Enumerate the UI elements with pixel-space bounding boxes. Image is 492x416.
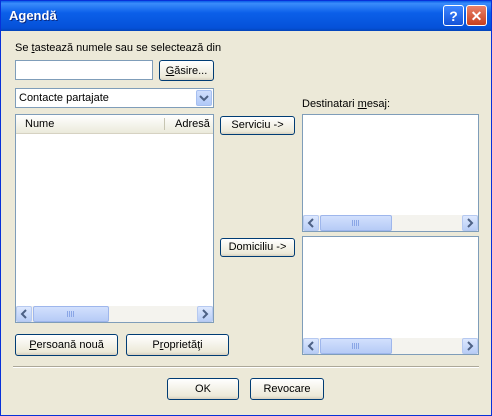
- scroll-right-button[interactable]: [462, 215, 478, 231]
- scroll-left-button[interactable]: [303, 215, 319, 231]
- window-title: Agendă: [9, 8, 57, 23]
- column-header-name[interactable]: Nume: [25, 118, 54, 130]
- scroll-thumb[interactable]: [33, 306, 109, 322]
- chevron-right-icon: [202, 309, 209, 319]
- column-header-address[interactable]: Adresă: [175, 118, 210, 130]
- chevron-left-icon: [20, 309, 27, 319]
- add-home-button[interactable]: Domiciliu ->: [220, 238, 295, 257]
- properties-button[interactable]: Proprietăţi: [126, 334, 229, 356]
- title-bar[interactable]: Agendă ? ✕: [1, 1, 491, 31]
- chevron-left-icon: [307, 218, 314, 228]
- recipients-label: Destinatari mesaj:: [302, 98, 391, 110]
- contacts-header: Nume Adresă: [16, 115, 213, 134]
- help-button[interactable]: ?: [443, 5, 464, 26]
- scroll-right-button[interactable]: [197, 306, 213, 322]
- cancel-button[interactable]: Revocare: [250, 378, 324, 400]
- address-book-selected: Contacte partajate: [19, 92, 109, 104]
- service-horizontal-scrollbar[interactable]: [303, 215, 478, 231]
- service-recipients-list[interactable]: [302, 114, 479, 232]
- contacts-horizontal-scrollbar[interactable]: [16, 306, 213, 322]
- search-prompt-label: Se tastează numele sau se selectează din: [15, 42, 222, 54]
- ok-button[interactable]: OK: [167, 378, 239, 400]
- scroll-right-button[interactable]: [462, 338, 478, 354]
- scroll-left-button[interactable]: [16, 306, 32, 322]
- add-service-button[interactable]: Serviciu ->: [220, 116, 295, 135]
- close-icon: ✕: [470, 8, 483, 24]
- scroll-left-button[interactable]: [303, 338, 319, 354]
- contacts-list[interactable]: Nume Adresă: [15, 114, 214, 323]
- column-divider[interactable]: [164, 118, 165, 130]
- new-person-button[interactable]: Persoană nouă: [15, 334, 118, 356]
- close-button[interactable]: ✕: [466, 5, 487, 26]
- address-book-select[interactable]: Contacte partajate: [15, 88, 214, 108]
- scroll-thumb[interactable]: [320, 215, 392, 231]
- chevron-right-icon: [467, 218, 474, 228]
- divider: [13, 366, 479, 368]
- agenda-dialog: Agendă ? ✕ Se tastează numele sau se sel…: [0, 0, 492, 416]
- chevron-down-icon: [199, 95, 209, 102]
- chevron-left-icon: [307, 341, 314, 351]
- dropdown-button[interactable]: [196, 90, 212, 106]
- scroll-thumb[interactable]: [320, 338, 392, 354]
- find-button[interactable]: Găsire...: [159, 60, 214, 81]
- home-horizontal-scrollbar[interactable]: [303, 338, 478, 354]
- chevron-right-icon: [467, 341, 474, 351]
- search-input[interactable]: [15, 60, 153, 80]
- home-recipients-list[interactable]: [302, 236, 479, 355]
